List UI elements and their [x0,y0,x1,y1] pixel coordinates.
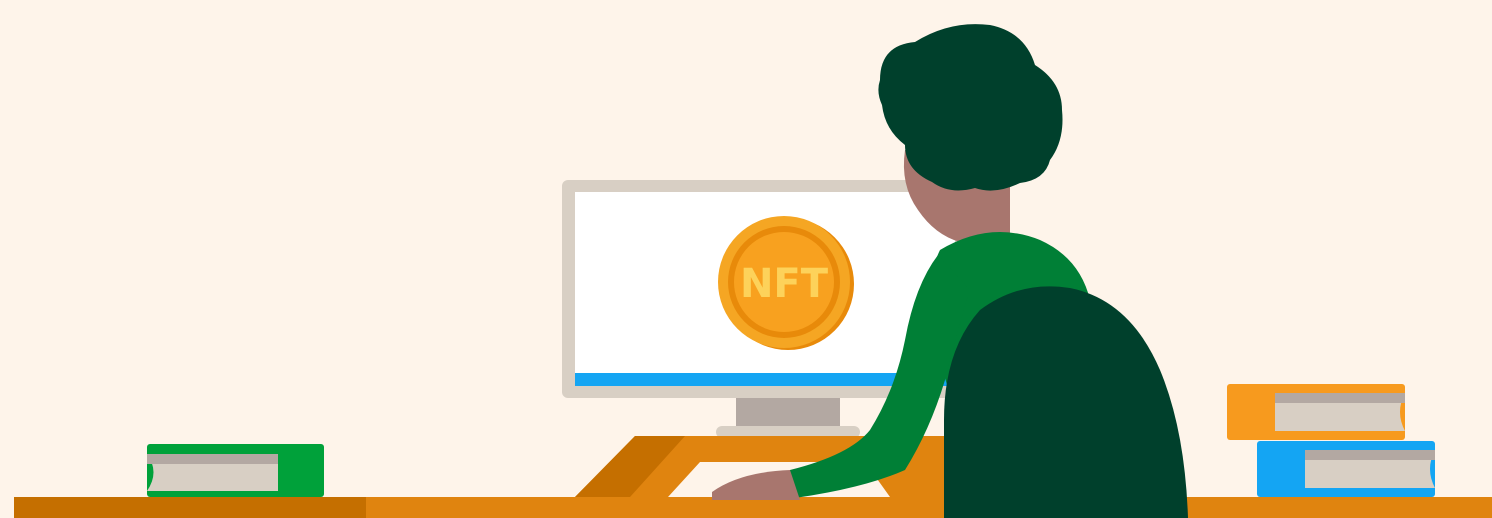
desk [14,497,1492,518]
book-green [147,444,324,497]
monitor-stand [716,396,860,438]
illustration-scene: NFT [0,0,1492,518]
nft-coin-label: NFT [740,261,829,307]
